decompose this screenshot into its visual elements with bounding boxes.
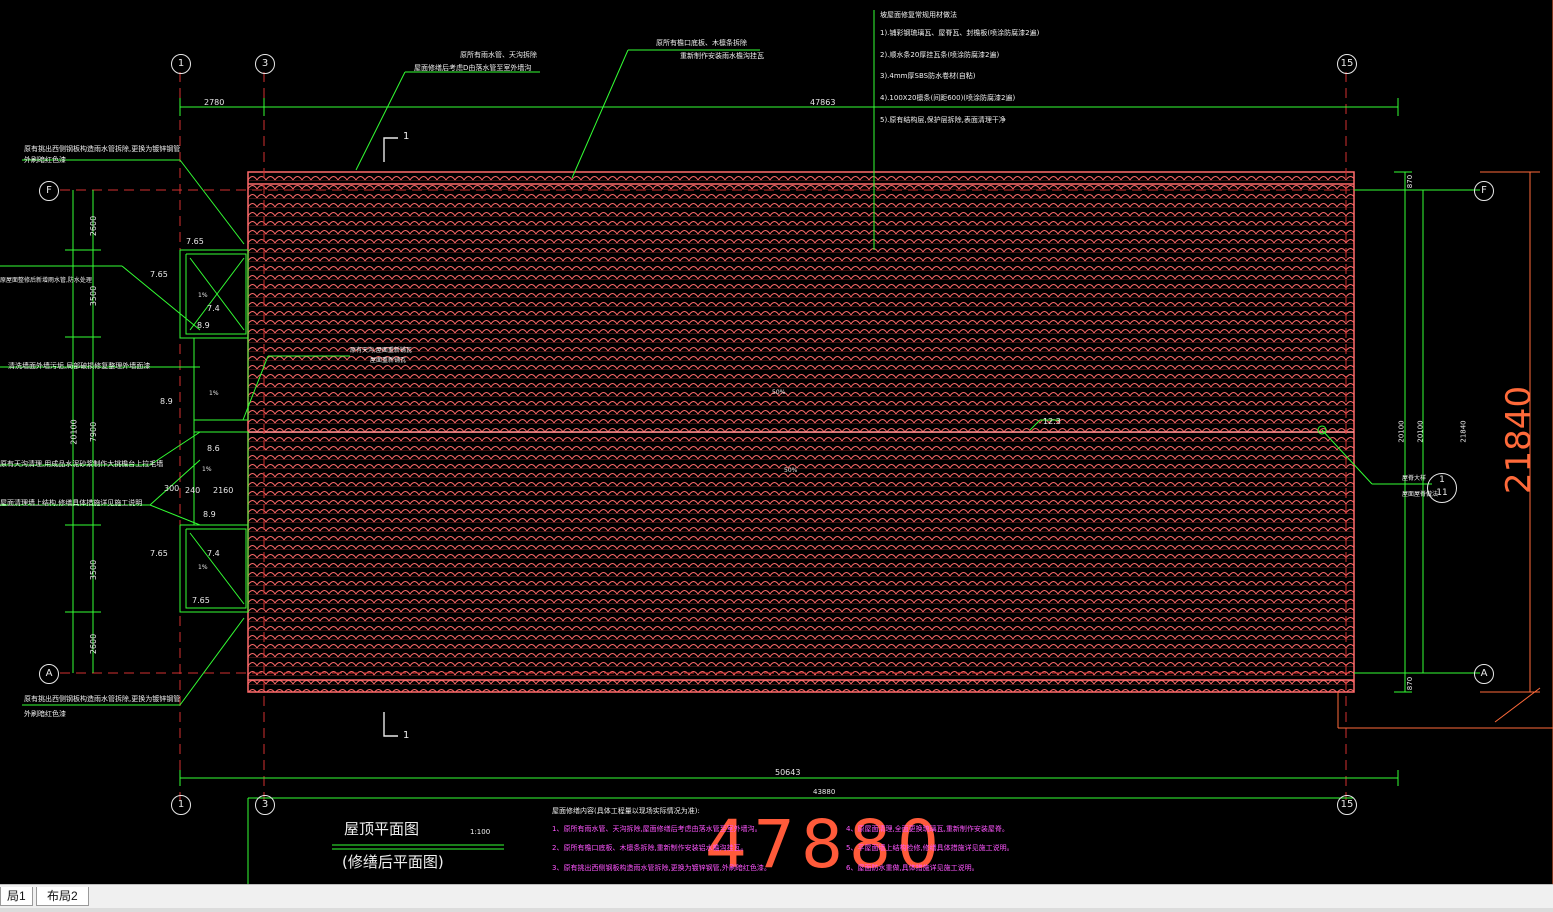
annotation-top-mid-2: 重新制作安装雨水檐沟挂瓦 (680, 52, 764, 60)
spec-item-5: 5).原有结构层,保护层拆除,表面清理干净 (880, 116, 1006, 124)
annotation-left-5: 屋面清理墙上结构,修缮具体措施详见施工说明 (0, 499, 143, 507)
axis-bubble-3-bottom: 3 (255, 795, 275, 815)
note-1: 1、原所有雨水管、天沟拆除,屋面修缮后考虑由落水管至室外墙沟。 (552, 825, 762, 833)
note-3: 3、原有挑出西侧钢板构造雨水管拆除,更换为镀锌钢管,外刷暗红色漆。 (552, 864, 771, 872)
detail-ref-bubble: 1 11 (1427, 473, 1457, 503)
elev-89-c: 8.9 (203, 510, 216, 519)
dim-right-20100a: 20100 (1397, 420, 1406, 443)
axis-bubble-f-right: F (1474, 181, 1494, 201)
annotation-left-2: 原屋面整修后新增雨水管,防水处理 (0, 277, 92, 284)
layout-tab-bar: 局1 布局2 (0, 884, 1553, 912)
note-6: 6、屋面防水重做,具体措施详见施工说明。 (846, 864, 979, 872)
annotation-right-1: 屋脊大样 (1402, 475, 1427, 482)
dim-left-20100: 20100 (69, 419, 79, 445)
drawing-scale: 1:100 (470, 828, 491, 836)
spec-item-1: 1).铺彩钢琉璃瓦、屋脊瓦、封檐板(喷涂防腐漆2遍) (880, 29, 1040, 37)
notes-heading: 屋面修缮内容(具体工程量以现场实际情况为准): (552, 807, 700, 815)
dim-bottom-total: 50643 (775, 768, 801, 777)
annotation-top-mid-1: 原所有檐口底板、木檩条拆除 (656, 39, 747, 47)
axis-bubble-a-right: A (1474, 664, 1494, 684)
elev-74-b: 7.4 (207, 549, 220, 558)
cad-drawing-canvas[interactable] (0, 0, 1553, 884)
note-4: 4、原屋面清理,全面更换琉璃瓦,重新制作安装屋脊。 (846, 825, 1009, 833)
spec-item-4: 4).100X20檩条(间距600)(喷涂防腐漆2遍) (880, 94, 1016, 102)
dim-right-21840-big: 21840 (1499, 385, 1540, 495)
annotation-left-1b: 外刷暗红色漆 (24, 156, 66, 164)
dim-right-21840-small: 21840 (1459, 420, 1468, 443)
slope-3: 1% (202, 466, 212, 473)
axis-bubble-3-top: 3 (255, 54, 275, 74)
dim-top-left: 2780 (204, 98, 225, 107)
section-ref-top: 1 (403, 131, 410, 142)
annotation-left-6b: 外刷暗红色漆 (24, 710, 66, 718)
elev-86: 8.6 (207, 444, 220, 453)
drawing-subtitle: (修缮后平面图) (342, 853, 444, 871)
spec-item-2: 2).顺水条20厚挂瓦条(喷涂防腐漆2遍) (880, 51, 1000, 59)
axis-bubble-a-left: A (39, 664, 59, 684)
annotation-center-1: 原有天沟,屋面重新铺瓦 (350, 347, 412, 354)
axis-bubble-15-top: 15 (1337, 54, 1357, 74)
dim-left-3500b: 3500 (89, 559, 99, 581)
tab-layout-2[interactable]: 布局2 (36, 887, 89, 906)
detail-ref-top: 1 (1439, 475, 1445, 485)
annotation-left-1a: 原有挑出西侧钢板构造雨水管拆除,更换为镀锌钢管 (24, 145, 181, 153)
slope-1: 1% (198, 292, 208, 299)
status-strip (0, 908, 1553, 912)
axis-bubble-15-bottom: 15 (1337, 795, 1357, 815)
dim-right-870-top: 870 (1406, 174, 1415, 189)
spec-list-title: 坡屋面修复常规用材做法 (880, 11, 957, 19)
dim-left-300: 300 (164, 484, 180, 493)
spec-item-3: 3).4mm厚SBS防水卷材(自粘) (880, 72, 976, 80)
annotation-top-left-1: 原所有雨水管、天沟拆除 (460, 51, 537, 59)
drawing-title: 屋顶平面图 (344, 820, 420, 838)
slope-4: 1% (198, 564, 208, 571)
note-2: 2、原所有檐口底板、木檩条拆除,重新制作安装铝水檐沟挂瓦。 (552, 844, 748, 852)
elev-89-a: 8.9 (197, 321, 210, 330)
annotation-left-3: 清洗墙面外墙污垢,局部破损修复整理外墙面漆 (8, 362, 151, 370)
section-ref-bottom: 1 (403, 730, 410, 741)
annotation-right-2: 屋面屋脊做法 (1402, 491, 1439, 498)
axis-bubble-f-left: F (39, 181, 59, 201)
annotation-left-4: 原有天沟清理,用成品水泥砂浆制作大挑檐台上拉毛墙 (0, 460, 164, 468)
note-5: 5、平屋面墙上结构检修,修缮具体措施详见施工说明。 (846, 844, 1014, 852)
axis-bubble-1-top: 1 (171, 54, 191, 74)
elev-765-a: 7.65 (186, 237, 204, 246)
slope-2: 1% (209, 390, 219, 397)
dim-left-2600: 2600 (89, 215, 99, 237)
elev-240: 240 (185, 486, 201, 495)
roof-lower-slope: 50% (784, 467, 798, 474)
annotation-top-left-2: 屋面修缮后考虑D由落水管至室外墙沟 (414, 64, 532, 72)
dim-left-3500a: 3500 (89, 285, 99, 307)
elev-74-a: 7.4 (207, 304, 220, 313)
axis-bubble-1-bottom: 1 (171, 795, 191, 815)
elev-2160: 2160 (213, 486, 234, 495)
elev-765-b: 7.65 (150, 270, 168, 279)
roof-upper-slope: 50% (772, 389, 786, 396)
ridge-elevation: 12.3 (1043, 417, 1061, 426)
dim-right-870-bottom: 870 (1406, 676, 1415, 691)
dim-left-2600b: 2600 (89, 633, 99, 655)
dim-bottom-sub: 43880 (813, 788, 836, 796)
dim-right-20100b: 20100 (1416, 420, 1425, 443)
elev-89-b: 8.9 (160, 397, 173, 406)
tab-layout-1[interactable]: 局1 (0, 887, 33, 906)
annotation-center-2: 屋面重新铺瓦 (370, 357, 407, 364)
annotation-left-6a: 原有挑出西侧钢板构造雨水管拆除,更换为镀锌钢管 (24, 695, 181, 703)
dim-left-7900: 7900 (89, 421, 99, 443)
dim-top-total: 47863 (810, 98, 836, 107)
elev-765-d: 7.65 (192, 596, 210, 605)
elev-765-c: 7.65 (150, 549, 168, 558)
